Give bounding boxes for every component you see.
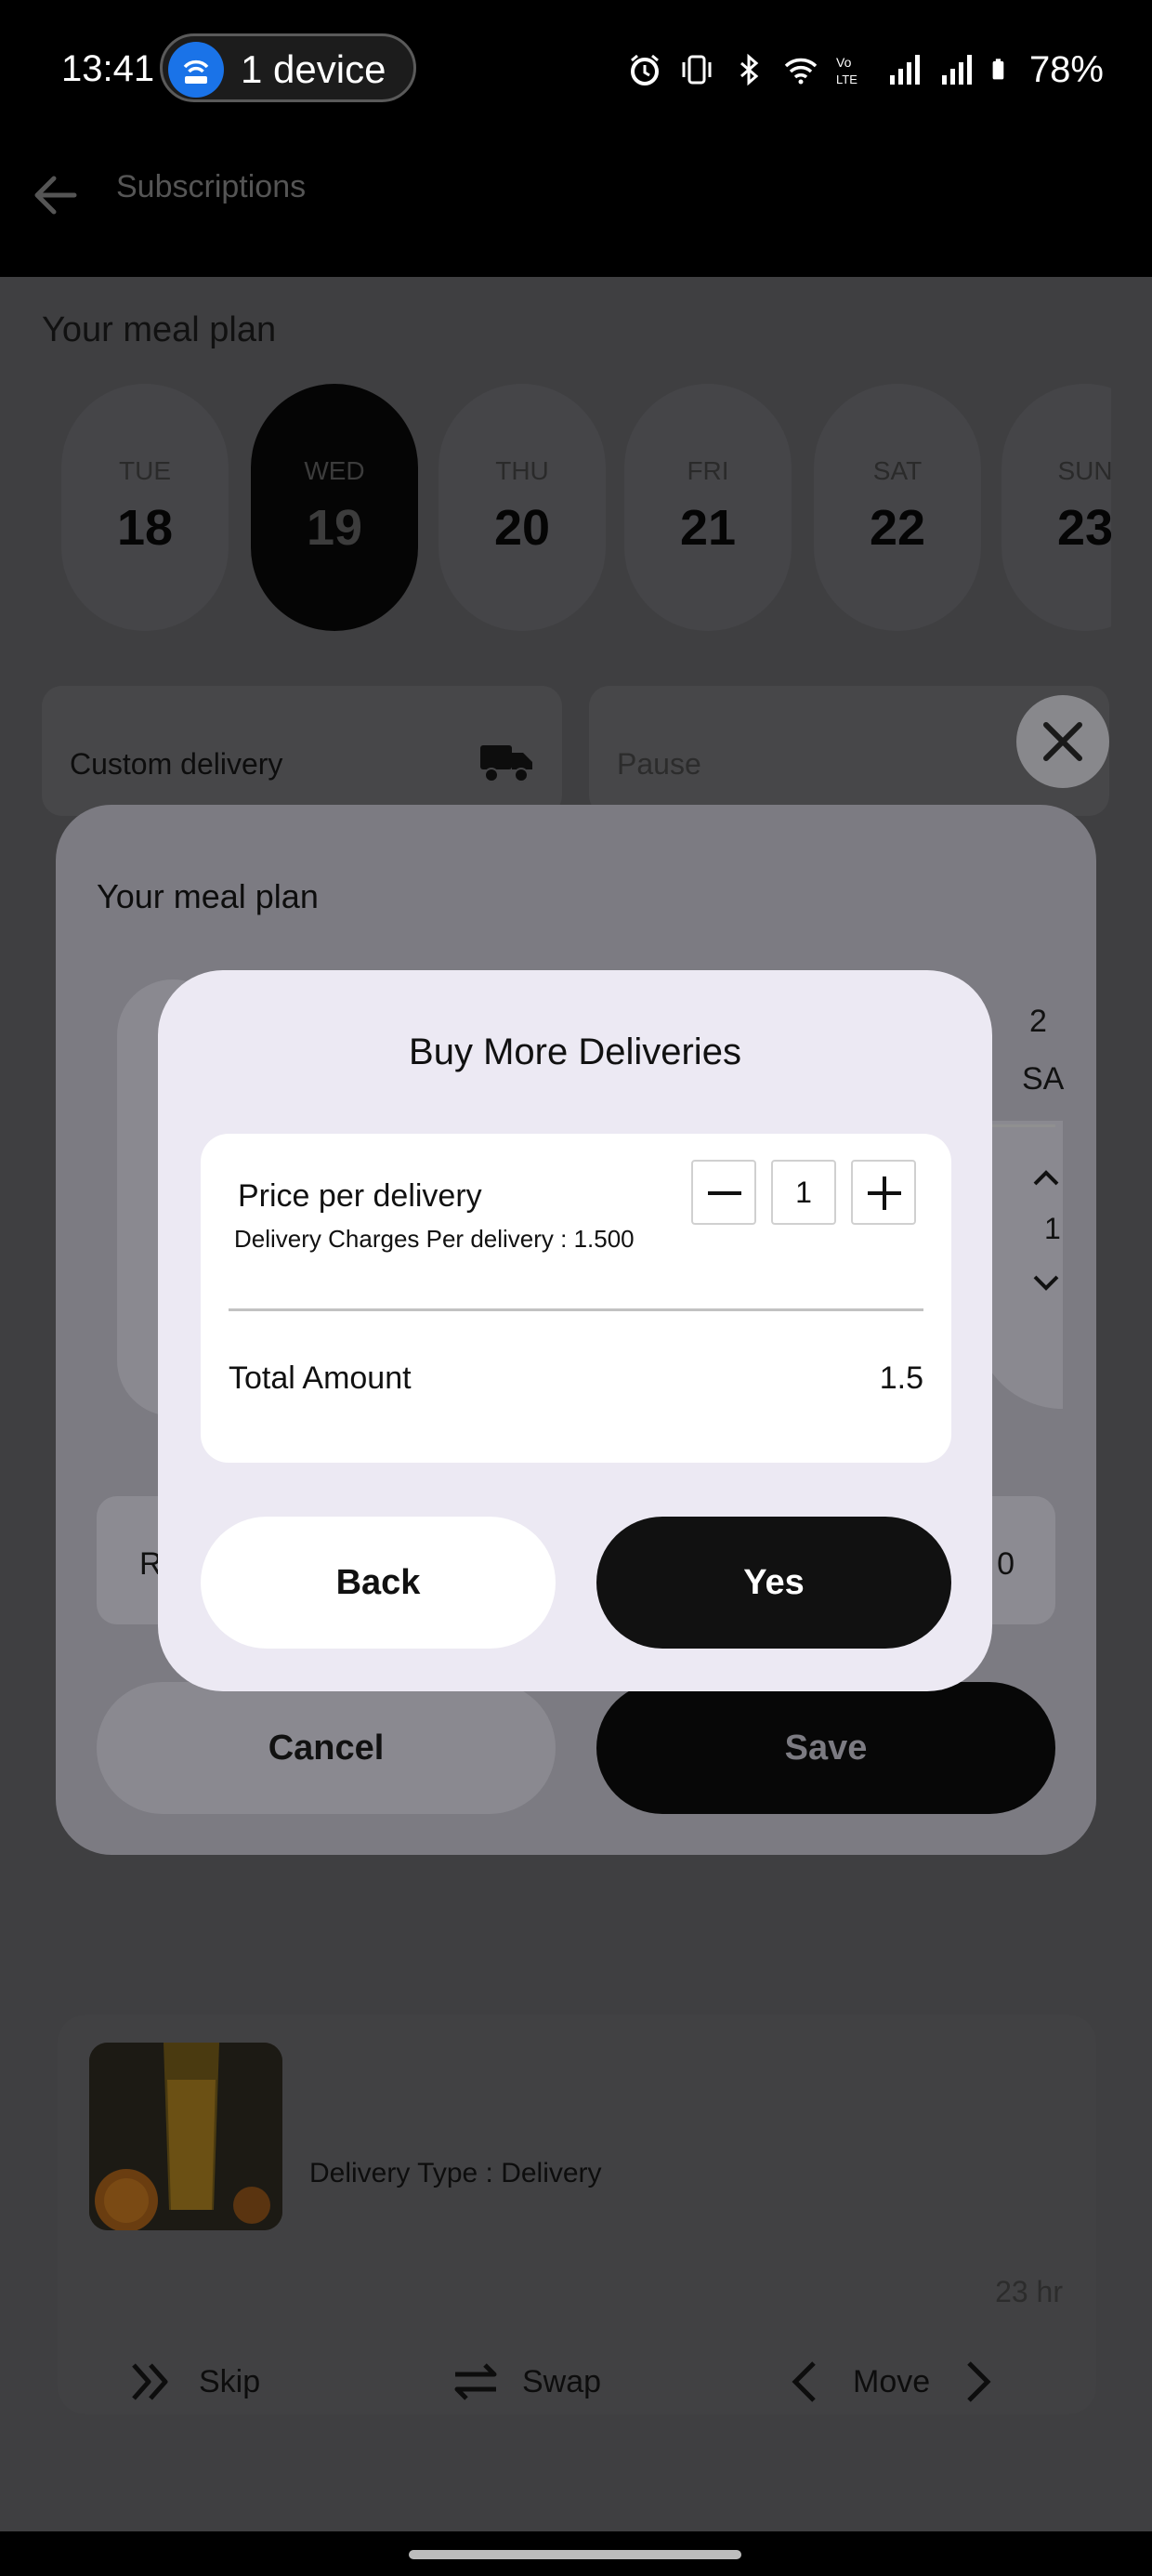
app-bar-title: Subscriptions xyxy=(116,169,307,204)
price-per-delivery-label: Price per delivery xyxy=(238,1178,482,1214)
close-icon xyxy=(1043,722,1082,761)
increment-button[interactable] xyxy=(851,1160,916,1225)
quantity-value[interactable]: 1 xyxy=(771,1160,836,1225)
skip-label: Skip xyxy=(199,2363,261,2399)
status-bar: 13:41 1 device Vo LTE 78% xyxy=(0,0,1152,139)
navigation-bar xyxy=(0,2531,1152,2576)
sheet-peek-day: SA xyxy=(1022,1061,1065,1097)
save-button[interactable]: Save xyxy=(596,1682,1055,1814)
hotspot-icon xyxy=(168,42,224,98)
sheet-peek-number: 2 xyxy=(1029,1004,1047,1039)
chevron-down-icon[interactable] xyxy=(1031,1269,1059,1297)
custom-delivery-card[interactable]: Custom delivery xyxy=(42,686,562,816)
day-sat[interactable]: SAT 22 xyxy=(814,384,981,631)
day-selector: TUE 18 WED 19 THU 20 FRI 21 SAT 22 SUN 2… xyxy=(61,384,1111,635)
sheet-row-right: 0 xyxy=(997,1546,1015,1582)
day-tue[interactable]: TUE 18 xyxy=(61,384,229,631)
swap-label: Swap xyxy=(522,2363,602,2399)
decrement-button[interactable] xyxy=(691,1160,756,1225)
yes-button[interactable]: Yes xyxy=(596,1517,951,1649)
connected-devices-pill[interactable]: 1 device xyxy=(160,33,416,102)
day-wed[interactable]: WED 19 xyxy=(251,384,418,631)
day-number: 23 xyxy=(1056,500,1111,556)
delivery-truck-icon xyxy=(480,745,532,782)
cancel-button[interactable]: Cancel xyxy=(97,1682,556,1814)
hours-remaining: 23 hr xyxy=(995,2275,1063,2308)
day-fri[interactable]: FRI 21 xyxy=(624,384,792,631)
day-name: FRI xyxy=(687,456,729,485)
chevron-left-icon[interactable] xyxy=(780,2356,832,2408)
sheet-divider xyxy=(985,1124,1055,1127)
total-amount-value: 1.5 xyxy=(879,1360,923,1396)
buy-more-deliveries-dialog: Buy More Deliveries Price per delivery D… xyxy=(158,970,992,1691)
skip-button[interactable]: Skip xyxy=(126,2349,260,2414)
volte-icon: Vo LTE xyxy=(836,55,857,86)
skip-icon xyxy=(132,2363,168,2400)
status-icons: Vo LTE 78% xyxy=(626,46,1104,93)
card-divider xyxy=(229,1308,923,1311)
day-sun[interactable]: SUN 23 xyxy=(1001,384,1111,631)
back-button[interactable]: Back xyxy=(201,1517,556,1649)
day-name: SAT xyxy=(872,456,923,485)
wifi-icon xyxy=(784,58,818,85)
day-name: WED xyxy=(304,456,365,485)
move-label: Move xyxy=(853,2363,931,2399)
sheet-peek-value: 1 xyxy=(1044,1212,1061,1245)
chevron-up-icon[interactable] xyxy=(1031,1163,1059,1191)
swap-icon xyxy=(454,2363,497,2400)
day-name: SUN xyxy=(1057,456,1111,485)
delivery-charges-text: Delivery Charges Per delivery : 1.500 xyxy=(234,1225,635,1253)
app-bar: Subscriptions xyxy=(0,139,1152,277)
move-button[interactable]: Move xyxy=(780,2349,1002,2414)
custom-delivery-label: Custom delivery xyxy=(70,747,283,781)
dialog-title: Buy More Deliveries xyxy=(409,1032,741,1072)
plus-icon xyxy=(868,1176,901,1210)
total-amount-label: Total Amount xyxy=(229,1360,412,1396)
back-arrow-icon[interactable] xyxy=(28,167,84,223)
chevron-right-icon[interactable] xyxy=(950,2356,1002,2408)
day-number: 22 xyxy=(869,500,926,556)
status-time: 13:41 xyxy=(61,48,155,89)
delivery-type-text: Delivery Type : Delivery xyxy=(309,2158,602,2188)
meal-thumbnail xyxy=(89,2043,282,2230)
day-number: 19 xyxy=(306,500,363,556)
battery-percent: 78% xyxy=(1028,48,1104,90)
bluetooth-icon xyxy=(740,53,759,86)
day-name: TUE xyxy=(119,456,171,485)
home-gesture-handle[interactable] xyxy=(409,2550,741,2559)
page-title: Your meal plan xyxy=(42,310,277,349)
pause-label: Pause xyxy=(617,747,701,781)
sheet-title: Your meal plan xyxy=(97,877,319,915)
day-thu[interactable]: THU 20 xyxy=(439,384,606,631)
day-number: 20 xyxy=(493,500,551,556)
minus-icon xyxy=(708,1191,741,1195)
signal-icon xyxy=(889,55,920,85)
swap-button[interactable]: Swap xyxy=(450,2349,601,2414)
svg-text:LTE: LTE xyxy=(836,72,857,86)
close-sheet-button[interactable] xyxy=(1016,695,1109,788)
day-number: 18 xyxy=(116,500,174,556)
battery-icon xyxy=(992,59,1004,80)
price-card: Price per delivery Delivery Charges Per … xyxy=(201,1134,951,1463)
day-name: THU xyxy=(495,456,549,485)
device-count: 1 device xyxy=(241,47,386,91)
svg-text:Vo: Vo xyxy=(836,55,852,70)
vibrate-icon xyxy=(682,55,712,85)
day-number: 21 xyxy=(679,500,737,556)
signal-icon xyxy=(941,55,972,85)
alarm-icon xyxy=(630,54,659,85)
